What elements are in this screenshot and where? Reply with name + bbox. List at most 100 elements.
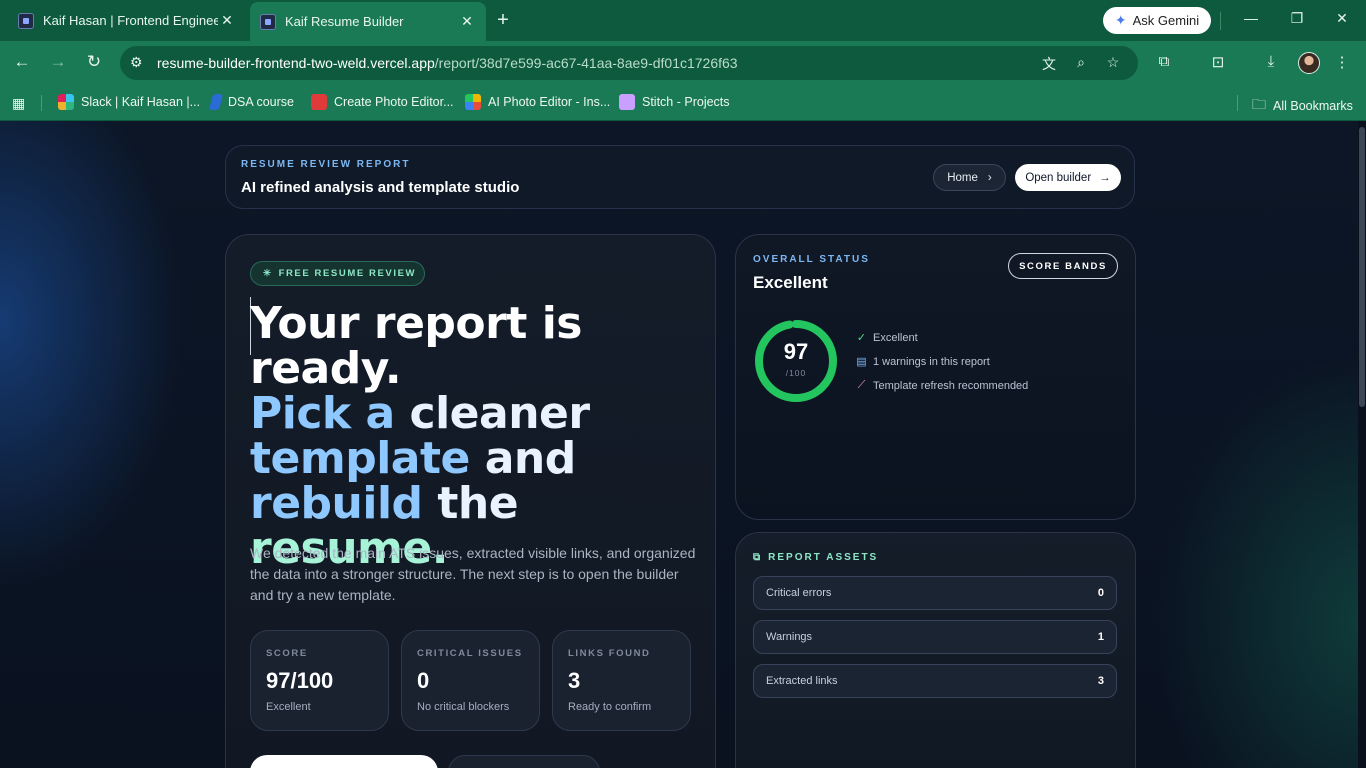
close-icon[interactable]: ✕ [458, 13, 476, 30]
translate-icon[interactable]: 文 [1040, 54, 1058, 74]
site-favicon-icon [260, 13, 276, 30]
tab-resume-builder[interactable]: Kaif Resume Builder ✕ [250, 2, 486, 41]
status-line-warnings: ▤ 1 warnings in this report [856, 355, 989, 369]
headline-template: template [250, 433, 470, 484]
tab-portfolio[interactable]: Kaif Hasan | Frontend Engineer ✕ [8, 4, 246, 37]
page-scrollbar[interactable] [1358, 121, 1366, 768]
divider [1237, 95, 1238, 111]
all-bookmarks[interactable]: 🗀 All Bookmarks [1252, 94, 1353, 118]
report-header: RESUME REVIEW REPORT AI refined analysis… [225, 145, 1135, 209]
bookmark-ai-photo-editor[interactable]: AI Photo Editor - Ins... [465, 94, 610, 110]
headline-pick: Pick a [250, 388, 395, 439]
slack-icon [58, 94, 74, 110]
report-eyebrow: RESUME REVIEW REPORT [241, 159, 411, 170]
gemini-sparkle-icon: ✦ [1114, 12, 1127, 28]
asset-row-critical-errors: Critical errors 0 [753, 576, 1117, 610]
zoom-icon[interactable]: ⌕ [1072, 54, 1090, 71]
headline-line-2: ready. [250, 343, 402, 394]
address-bar[interactable]: ⚙ resume-builder-frontend-two-weld.verce… [120, 46, 1138, 80]
profile-avatar[interactable] [1298, 52, 1320, 74]
free-review-label: FREE RESUME REVIEW [278, 268, 417, 279]
site-favicon-icon [18, 12, 34, 29]
new-tab-plus-icon[interactable]: + [492, 9, 514, 31]
stitch-icon [619, 94, 635, 110]
score-bands-button[interactable]: SCORE BANDS [1008, 253, 1118, 279]
asset-label: Extracted links [766, 675, 838, 687]
hero-headline: Your report is ready. Pick a cleaner tem… [250, 301, 710, 571]
hero-card: ✳ FREE RESUME REVIEW Your report is read… [225, 234, 716, 768]
headline-and: and [469, 433, 577, 484]
back-arrow-icon[interactable]: ← [11, 52, 33, 72]
minimize-icon[interactable]: — [1241, 10, 1261, 26]
extensions-icon[interactable]: ⧉ [1154, 53, 1174, 70]
report-title: AI refined analysis and template studio [241, 179, 520, 196]
home-label: Home [947, 171, 978, 184]
url-text[interactable]: resume-builder-frontend-two-weld.vercel.… [157, 55, 738, 71]
status-eyebrow: OVERALL STATUS [753, 254, 870, 265]
status-title: Excellent [753, 273, 828, 292]
ask-gemini-label: Ask Gemini [1132, 13, 1200, 28]
status-line-excellent: ✓ Excellent [856, 331, 918, 345]
bookmark-label: Slack | Kaif Hasan |... [81, 95, 201, 109]
site-info-icon[interactable]: ⚙ [130, 54, 143, 71]
assets-eyebrow: ⧉ REPORT ASSETS [753, 552, 878, 563]
status-line-template: ⟋ Template refresh recommended [856, 379, 1029, 392]
asset-row-extracted-links: Extracted links 3 [753, 664, 1117, 698]
stat-value: 97/100 [266, 668, 334, 693]
download-icon[interactable]: ⤓ [1261, 53, 1281, 70]
gauge-score: 97 [783, 339, 809, 364]
forward-arrow-icon[interactable]: → [47, 52, 69, 72]
stat-sub: Excellent [266, 701, 311, 713]
bookmark-photo-editor[interactable]: Create Photo Editor... [311, 94, 454, 110]
assets-eyebrow-label: REPORT ASSETS [768, 552, 879, 563]
bookmark-star-icon[interactable]: ☆ [1104, 54, 1122, 71]
asset-count: 1 [1097, 631, 1104, 643]
photo-editor-icon [311, 94, 327, 110]
tab-strip: Kaif Hasan | Frontend Engineer ✕ Kaif Re… [0, 0, 1366, 41]
window-close-icon[interactable]: ✕ [1332, 10, 1352, 27]
bookmark-dsa-course[interactable]: DSA course [208, 94, 294, 110]
headline-rebuild: rebuild [250, 478, 423, 529]
stat-critical-issues: CRITICAL ISSUES 0 No critical blockers [401, 630, 540, 731]
status-line-text: Excellent [873, 331, 918, 344]
gauge-max: /100 [785, 368, 807, 378]
home-button[interactable]: Home › [933, 164, 1006, 191]
open-builder-button[interactable]: Open builder → [1015, 164, 1121, 191]
all-bookmarks-label: All Bookmarks [1273, 99, 1353, 113]
primary-action-button[interactable] [250, 755, 438, 768]
bookmark-label: Create Photo Editor... [334, 95, 454, 109]
folder-icon: 🗀 [1252, 96, 1266, 112]
stat-value: 0 [417, 668, 430, 693]
stat-links-found: LINKS FOUND 3 Ready to confirm [552, 630, 691, 731]
url-host: resume-builder-frontend-two-weld.vercel.… [157, 55, 435, 71]
restore-icon[interactable]: ❐ [1287, 10, 1307, 27]
kebab-menu-icon[interactable]: ⋮ [1332, 53, 1352, 71]
secondary-action-button[interactable] [448, 755, 600, 768]
reload-icon[interactable]: ↻ [83, 52, 105, 72]
asset-label: Warnings [766, 631, 813, 643]
ai-photo-editor-icon [465, 94, 481, 110]
bookmark-slack[interactable]: Slack | Kaif Hasan |... [58, 94, 200, 110]
bookmark-stitch[interactable]: Stitch - Projects [619, 94, 730, 110]
headline-cleaner: cleaner [394, 388, 591, 439]
bookmark-label: Stitch - Projects [642, 95, 730, 109]
external-link-icon: ⧉ [753, 552, 763, 563]
cast-search-icon[interactable]: ⊡ [1208, 53, 1228, 71]
bookmark-label: AI Photo Editor - Ins... [488, 95, 611, 109]
magic-wand-icon: ⟋ [857, 379, 866, 391]
stat-score: SCORE 97/100 Excellent [250, 630, 389, 731]
headline-line-1: Your report is [250, 298, 582, 349]
sparkles-icon: ✳ [263, 268, 273, 279]
open-builder-label: Open builder [1025, 171, 1092, 184]
browser-toolbar: ← → ↻ ⚙ resume-builder-frontend-two-weld… [0, 41, 1366, 85]
asset-count: 0 [1097, 587, 1104, 599]
asset-row-warnings: Warnings 1 [753, 620, 1117, 654]
scrollbar-thumb[interactable] [1359, 127, 1365, 407]
status-line-text: Template refresh recommended [873, 379, 1029, 392]
divider [1220, 12, 1221, 30]
stat-value: 3 [568, 668, 581, 693]
close-icon[interactable]: ✕ [218, 12, 236, 29]
ask-gemini-button[interactable]: ✦ Ask Gemini [1103, 7, 1211, 34]
report-assets-card: ⧉ REPORT ASSETS Critical errors 0 Warnin… [735, 532, 1136, 768]
apps-grid-icon[interactable]: ▦ [12, 95, 25, 112]
